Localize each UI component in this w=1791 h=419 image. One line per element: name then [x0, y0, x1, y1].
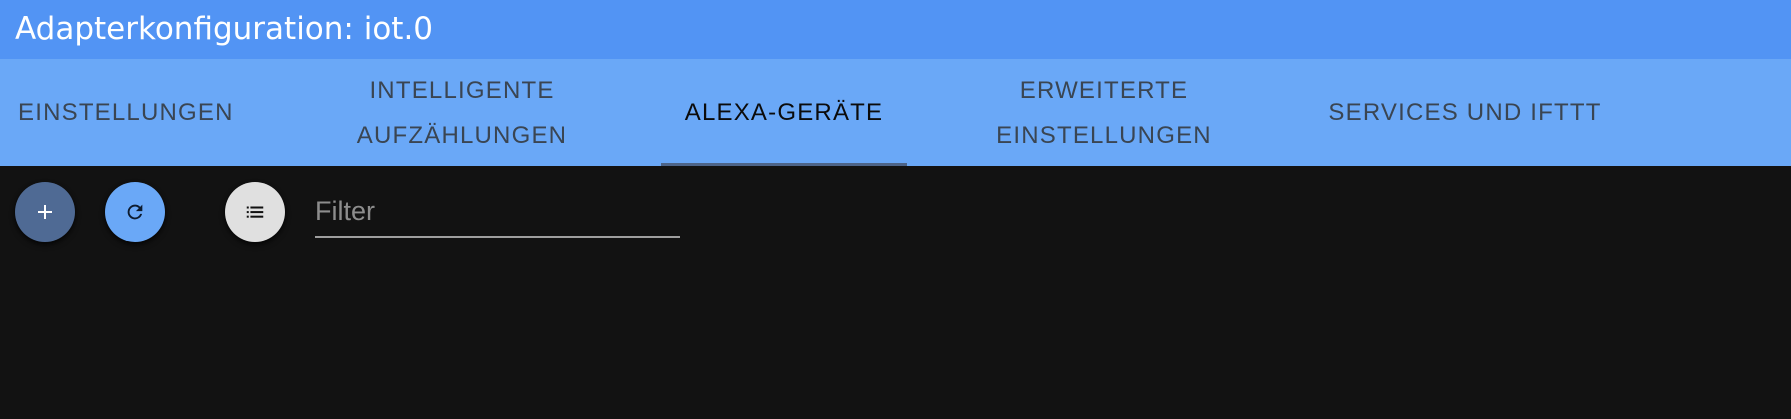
filter-underline: [315, 236, 680, 238]
tab-label: ERWEITERTE EINSTELLUNGEN: [996, 76, 1212, 149]
tab-label: INTELLIGENTE AUFZÄHLUNGEN: [356, 76, 568, 149]
tab-alexa-geraete[interactable]: ALEXA-GERÄTE: [661, 59, 907, 166]
toolbar: [0, 166, 1791, 256]
tab-intelligente-aufzaehlungen[interactable]: INTELLIGENTE AUFZÄHLUNGEN: [330, 59, 594, 166]
filter-input[interactable]: [315, 186, 680, 236]
list-icon: [246, 206, 264, 218]
tab-erweiterte-einstellungen[interactable]: ERWEITERTE EINSTELLUNGEN: [962, 59, 1246, 166]
tab-services-und-ifttt[interactable]: SERVICES UND IFTTT: [1301, 59, 1629, 166]
tab-label: ALEXA-GERÄTE: [684, 99, 884, 126]
add-device-button[interactable]: [15, 182, 75, 242]
tab-bar: EINSTELLUNGEN INTELLIGENTE AUFZÄHLUNGEN …: [0, 59, 1791, 166]
refresh-button[interactable]: [105, 182, 165, 242]
tab-label: SERVICES UND IFTTT: [1328, 99, 1602, 126]
plus-icon: [38, 205, 52, 219]
refresh-icon: [127, 204, 143, 220]
tab-label: EINSTELLUNGEN: [18, 99, 234, 126]
title-bar: Adapterkonfiguration: iot.0: [0, 0, 1791, 59]
filter-field: [315, 186, 680, 238]
tab-einstellungen[interactable]: EINSTELLUNGEN: [0, 59, 232, 166]
window-title: Adapterkonfiguration: iot.0: [15, 11, 434, 47]
list-view-button[interactable]: [225, 182, 285, 242]
